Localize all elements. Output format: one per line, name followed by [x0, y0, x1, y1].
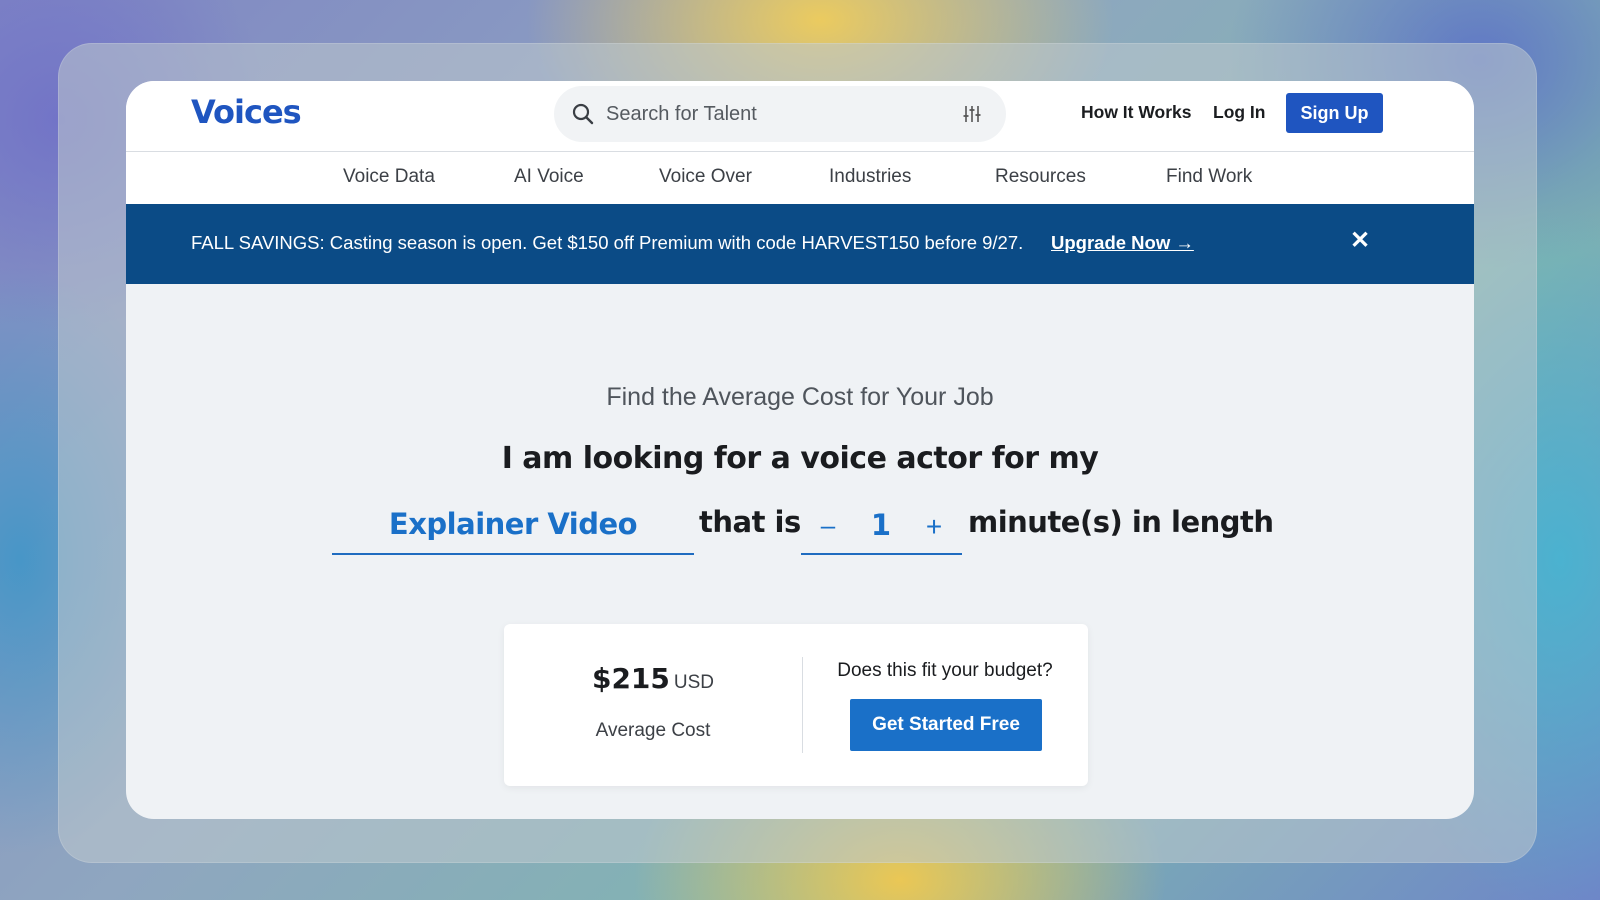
nav-item-find-work[interactable]: Find Work — [1166, 166, 1252, 188]
nav-item-industries[interactable]: Industries — [829, 166, 911, 188]
browser-viewport: Voices How It Works Log In Sign Up Voice… — [126, 81, 1474, 819]
price-display: $215 USD — [504, 662, 802, 695]
log-in-link[interactable]: Log In — [1213, 102, 1265, 123]
how-it-works-link[interactable]: How It Works — [1081, 102, 1192, 123]
decrement-button[interactable]: – — [813, 507, 843, 543]
top-header: Voices How It Works Log In Sign Up — [126, 81, 1474, 152]
main-nav: Voice Data AI Voice Voice Over Industrie… — [126, 152, 1474, 204]
minutes-stepper: – 1 + — [801, 501, 962, 555]
that-is-text: that is — [699, 505, 801, 539]
nav-item-voice-data[interactable]: Voice Data — [343, 166, 435, 188]
minutes-value[interactable]: 1 — [863, 507, 899, 543]
upgrade-now-link[interactable]: Upgrade Now → — [1051, 232, 1194, 254]
average-cost-card: $215 USD Average Cost Does this fit your … — [504, 624, 1088, 786]
increment-button[interactable]: + — [919, 507, 949, 547]
price-amount: $215 — [591, 662, 670, 695]
calculator-subtitle: Find the Average Cost for Your Job — [606, 383, 994, 411]
calculator-headline: I am looking for a voice actor for my — [501, 441, 1099, 476]
voices-logo[interactable]: Voices — [191, 93, 302, 131]
search-bar[interactable] — [554, 86, 1006, 142]
nav-item-voice-over[interactable]: Voice Over — [659, 166, 752, 188]
get-started-free-button[interactable]: Get Started Free — [850, 699, 1042, 751]
budget-question: Does this fit your budget? — [837, 660, 1053, 681]
search-icon — [572, 103, 594, 125]
average-cost-label: Average Cost — [595, 720, 711, 741]
promo-banner: FALL SAVINGS: Casting season is open. Ge… — [126, 204, 1474, 284]
close-icon[interactable]: ✕ — [1349, 229, 1371, 253]
length-unit-text: minute(s) in length — [968, 505, 1274, 539]
nav-item-resources[interactable]: Resources — [995, 166, 1086, 188]
search-input[interactable] — [606, 94, 936, 134]
sign-up-button[interactable]: Sign Up — [1286, 93, 1383, 133]
filter-sliders-icon[interactable] — [963, 104, 981, 124]
promo-banner-text: FALL SAVINGS: Casting season is open. Ge… — [191, 232, 1024, 253]
job-type-select[interactable]: Explainer Video — [332, 501, 694, 555]
nav-item-ai-voice[interactable]: AI Voice — [514, 166, 584, 188]
price-currency: USD — [673, 672, 715, 693]
